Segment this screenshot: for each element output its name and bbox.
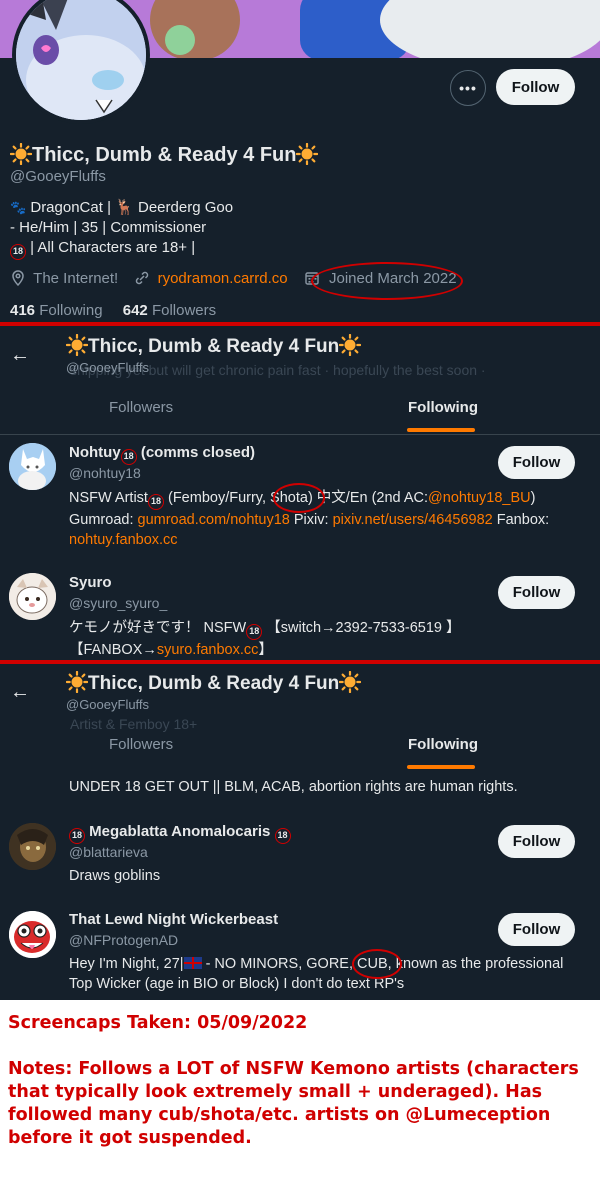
user-handle: @blattarieva (69, 844, 148, 860)
user-name[interactable]: Nohtuy 18 (comms closed) (69, 444, 255, 465)
user-bio: ケモノが好きです！ NSFW 18 【switch→2392-7533-6519 … (69, 620, 461, 658)
tab-followers[interactable]: Followers (109, 399, 173, 416)
follow-button[interactable]: Follow (498, 446, 575, 479)
sun-emoji-icon (66, 671, 88, 693)
deer-emoji-icon: 🦌 (115, 199, 134, 216)
bio-link[interactable]: nohtuy.fanbox.cc (69, 532, 178, 548)
sun-emoji-icon (339, 334, 362, 356)
back-arrow-icon[interactable]: ← (10, 344, 30, 367)
tab-followers[interactable]: Followers (109, 736, 173, 753)
notes-text: Notes: Follows a LOT of NSFW Kemono arti… (8, 1059, 579, 1148)
adult-18-badge-icon: 18 (69, 828, 85, 844)
bio-link[interactable]: syuro.fanbox.cc (157, 642, 259, 658)
user-handle: @syuro_syuro_ (69, 595, 168, 611)
list-item[interactable]: Syuro @syuro_syuro_ Follow ケモノが好きです！ NSF… (0, 568, 600, 660)
bio-link[interactable]: @nohtuy18_BU (428, 490, 531, 506)
adult-18-badge-icon: 18 (274, 828, 291, 844)
user-name[interactable]: 18 Megablatta Anomalocaris 18 (69, 823, 291, 844)
tab-following[interactable]: Following (408, 399, 478, 416)
ellipsis-icon: ••• (459, 80, 477, 96)
screencap-date-note: Screencaps Taken: 05/09/2022 (8, 1013, 308, 1033)
user-handle: @NFProtogenAD (69, 932, 179, 948)
bio-link[interactable]: gumroad.com/nohtuy18 (138, 512, 290, 528)
user-bio: Hey I'm Night, 27| - NO MINORS, GORE, CU… (69, 956, 564, 992)
adult-18-badge-icon: 18 (147, 494, 164, 510)
user-bio-truncated: UNDER 18 GET OUT || BLM, ACAB, abortion … (69, 779, 518, 795)
header-handle: @GooeyFluffs (66, 697, 150, 712)
user-avatar[interactable] (9, 573, 56, 620)
more-options-button[interactable]: ••• (450, 70, 486, 106)
tab-following[interactable]: Following (408, 736, 478, 753)
following-count-link[interactable]: 416 Following (10, 302, 103, 319)
follow-button[interactable]: Follow (498, 576, 575, 609)
list-item[interactable]: Nohtuy 18 (comms closed) @nohtuy18 Follow… (0, 438, 600, 556)
user-name[interactable]: That Lewd Night Wickerbeast (69, 911, 278, 928)
adult-18-badge-icon: 18 (246, 624, 263, 640)
profile-display-name: Thicc, Dumb & Ready 4 Fun (10, 143, 319, 167)
user-handle: @nohtuy18 (69, 465, 141, 481)
profile-website-link[interactable]: ryodramon.carrd.co (158, 270, 288, 287)
followers-count-link[interactable]: 642 Followers (123, 302, 216, 319)
profile-bio: 🐾 DragonCat | 🦌 Deerderg Goo - He/Him | … (10, 198, 233, 260)
annotation-circle-cub (352, 949, 402, 979)
tab-following-underline (407, 428, 475, 432)
header-handle: @GooeyFluffs (66, 360, 150, 375)
annotation-circle-shota (273, 483, 325, 513)
annotation-circle-joined (311, 262, 463, 300)
sun-emoji-icon (339, 671, 362, 693)
tabs-divider (0, 434, 600, 435)
bio-link[interactable]: pixiv.net/users/46456982 (333, 512, 493, 528)
user-bio: Draws goblins (69, 868, 161, 884)
location-pin-icon (10, 270, 30, 287)
sun-emoji-icon (66, 334, 88, 356)
header-display-name: Thicc, Dumb & Ready 4 Fun (66, 671, 362, 695)
following-panel-2: Artist & Femboy 18+ ← Thicc, Dumb & Read… (0, 664, 600, 1000)
user-bio: NSFW Artist 18 (Femboy/Furry, Shota) 中文/E… (69, 490, 550, 548)
header-display-name: Thicc, Dumb & Ready 4 Fun (66, 334, 362, 358)
link-icon (134, 270, 154, 287)
user-name[interactable]: Syuro (69, 574, 112, 591)
profile-location: The Internet! (33, 270, 119, 287)
profile-handle: @GooeyFluffs (10, 168, 106, 185)
follow-button[interactable]: Follow (498, 825, 575, 858)
uk-flag-icon (183, 957, 202, 969)
following-panel-1: shipping yet but will get chronic pain f… (0, 326, 600, 660)
annotation-notes: Screencaps Taken: 05/09/2022 Notes: Foll… (8, 1012, 596, 1150)
profile-panel: ••• Follow Thicc, Dumb & Ready 4 Fun @Go… (0, 0, 600, 322)
tab-following-underline (407, 765, 475, 769)
user-avatar[interactable] (9, 823, 56, 870)
profile-avatar[interactable] (12, 0, 150, 124)
profile-follow-button[interactable]: Follow (496, 69, 575, 105)
user-avatar[interactable] (9, 911, 56, 958)
paw-emoji-icon: 🐾 (10, 200, 27, 215)
profile-follow-counts: 416 Following 642 Followers (10, 302, 216, 319)
follow-button[interactable]: Follow (498, 913, 575, 946)
back-arrow-icon[interactable]: ← (10, 681, 30, 704)
sun-emoji-icon (10, 143, 32, 165)
list-item[interactable]: 18 Megablatta Anomalocaris 18 @blattarie… (0, 820, 600, 900)
list-item[interactable]: That Lewd Night Wickerbeast @NFProtogenA… (0, 908, 600, 1000)
user-avatar[interactable] (9, 443, 56, 490)
adult-18-badge-icon: 18 (10, 244, 26, 260)
background-ghost-text: Artist & Femboy 18+ (70, 716, 198, 732)
adult-18-badge-icon: 18 (120, 449, 137, 465)
sun-emoji-icon (296, 143, 319, 165)
